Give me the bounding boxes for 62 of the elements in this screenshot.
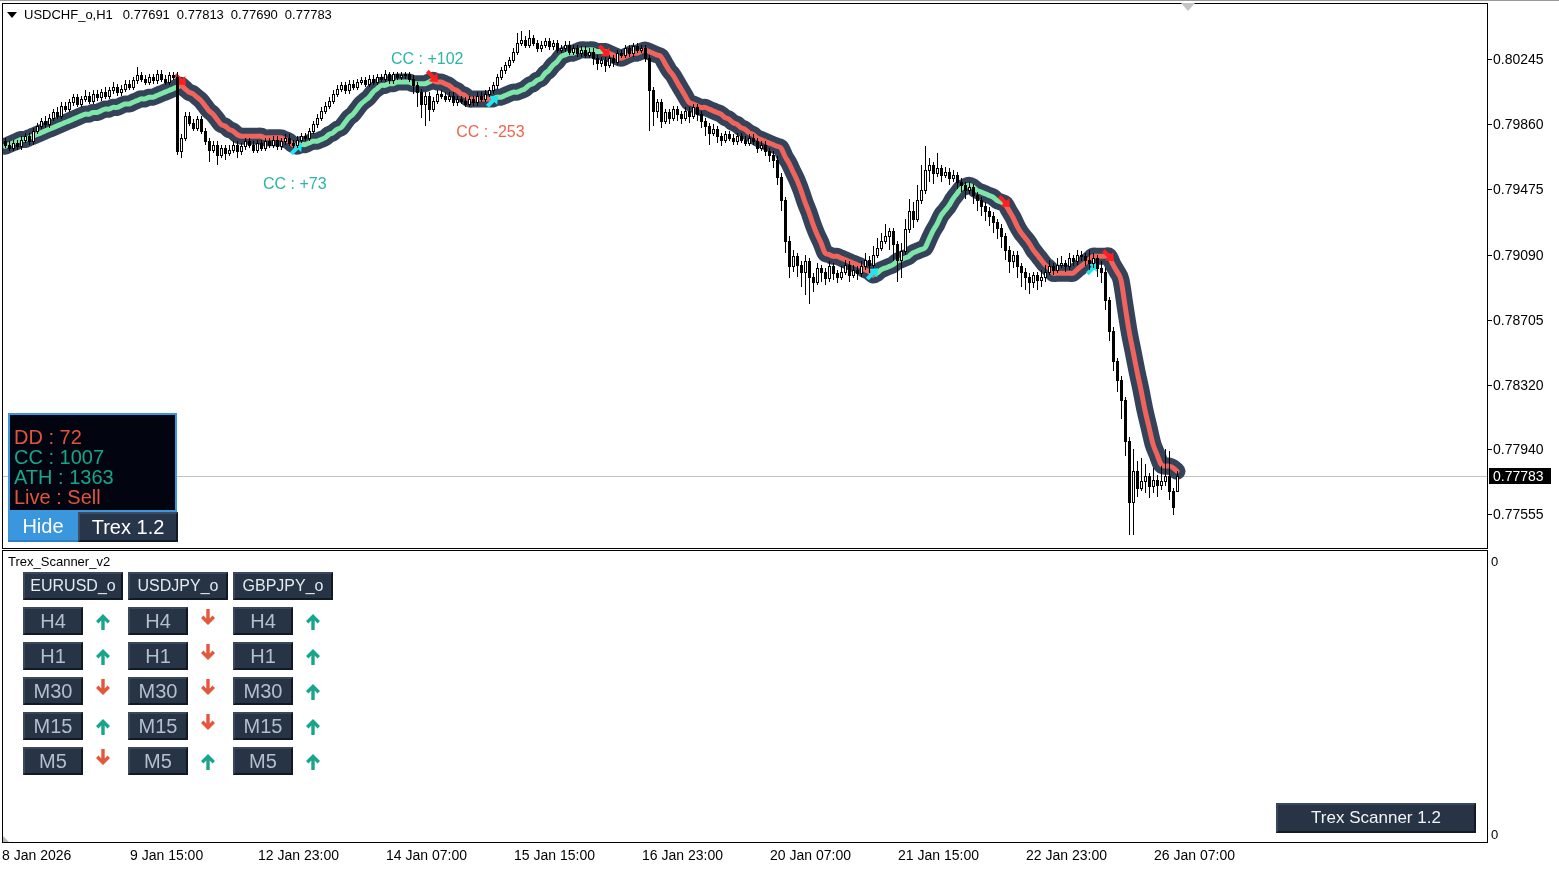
price-axis-label: 0.79475: [1493, 181, 1544, 197]
time-axis-label: 14 Jan 07:00: [386, 847, 467, 863]
time-axis-label: 20 Jan 07:00: [770, 847, 851, 863]
indicator-title: Trex_Scanner_v2: [7, 553, 111, 569]
axis-label: 0: [1491, 554, 1499, 569]
up-arrow-marker: [485, 95, 498, 108]
timeframe-button[interactable]: H4: [23, 607, 83, 635]
current-price-label: 0.77783: [1489, 468, 1551, 484]
trade-result-label: CC : -253: [456, 122, 525, 140]
trade-result-label: CC : +102: [391, 49, 464, 67]
timeframe-button[interactable]: H4: [128, 607, 188, 635]
price-axis-label: 0.79860: [1493, 116, 1544, 132]
time-axis-label: 26 Jan 07:00: [1154, 847, 1235, 863]
stat-line: DD : 72: [14, 427, 83, 447]
down-arrow-marker: [997, 195, 1010, 208]
corner-triangle-icon: [3, 836, 9, 842]
timeframe-button[interactable]: H1: [128, 642, 188, 670]
up-arrow-marker: [865, 268, 878, 281]
timeframe-button[interactable]: M5: [128, 747, 188, 775]
stat-line: ATH : 1363: [14, 467, 115, 487]
price-axis-label: 0.77940: [1493, 441, 1544, 457]
price-axis-label: 0.78705: [1493, 312, 1544, 328]
timeframe-button[interactable]: H1: [233, 642, 293, 670]
price-axis-label: 0.79090: [1493, 247, 1544, 263]
symbol-button[interactable]: GBPJPY_o: [233, 572, 333, 600]
time-axis-label: 12 Jan 23:00: [258, 847, 339, 863]
timeframe-button[interactable]: M30: [23, 677, 83, 705]
timeframe-button[interactable]: M15: [128, 712, 188, 740]
trade-result-label: CC : +73: [263, 175, 327, 193]
time-axis-label: 15 Jan 15:00: [514, 847, 595, 863]
stat-line: Live : Sell: [14, 487, 102, 507]
ohlc-value: 0.77813: [176, 7, 224, 23]
ohlc-value: 0.77691: [122, 7, 170, 23]
axis-label: 0: [1491, 827, 1499, 842]
chart-symbol: USDCHF_o,H1: [24, 7, 113, 23]
timeframe-button[interactable]: M30: [128, 677, 188, 705]
symbol-button[interactable]: USDJPY_o: [128, 572, 228, 600]
ohlc-value: 0.77783: [284, 7, 332, 23]
time-axis-label: 22 Jan 23:00: [1026, 847, 1107, 863]
down-arrow-marker: [425, 69, 438, 82]
price-axis-label: 0.77555: [1493, 506, 1544, 522]
down-arrow-marker: [597, 44, 610, 57]
timeframe-button[interactable]: H1: [23, 642, 83, 670]
timeframe-button[interactable]: H4: [233, 607, 293, 635]
panel-button[interactable]: Trex 1.2: [78, 512, 178, 542]
timeframe-button[interactable]: M5: [23, 747, 83, 775]
time-axis-label: 8 Jan 2026: [2, 847, 72, 863]
down-triangle-icon[interactable]: [7, 12, 17, 18]
ohlc-value: 0.77690: [230, 7, 278, 23]
timeframe-button[interactable]: M30: [233, 677, 293, 705]
timeframe-button[interactable]: M15: [23, 712, 83, 740]
down-arrow-marker: [1101, 249, 1114, 262]
time-axis-label: 21 Jan 15:00: [898, 847, 979, 863]
scanner-button[interactable]: Trex Scanner 1.2: [1276, 803, 1476, 833]
timeframe-button[interactable]: M15: [233, 712, 293, 740]
symbol-button[interactable]: EURUSD_o: [23, 572, 123, 600]
price-axis-label: 0.78320: [1493, 377, 1544, 393]
stat-line: CC : 1007: [14, 447, 106, 467]
time-axis-label: 16 Jan 23:00: [642, 847, 723, 863]
timeframe-button[interactable]: M5: [233, 747, 293, 775]
time-axis-label: 9 Jan 15:00: [130, 847, 204, 863]
price-axis-label: 0.80245: [1493, 51, 1544, 67]
